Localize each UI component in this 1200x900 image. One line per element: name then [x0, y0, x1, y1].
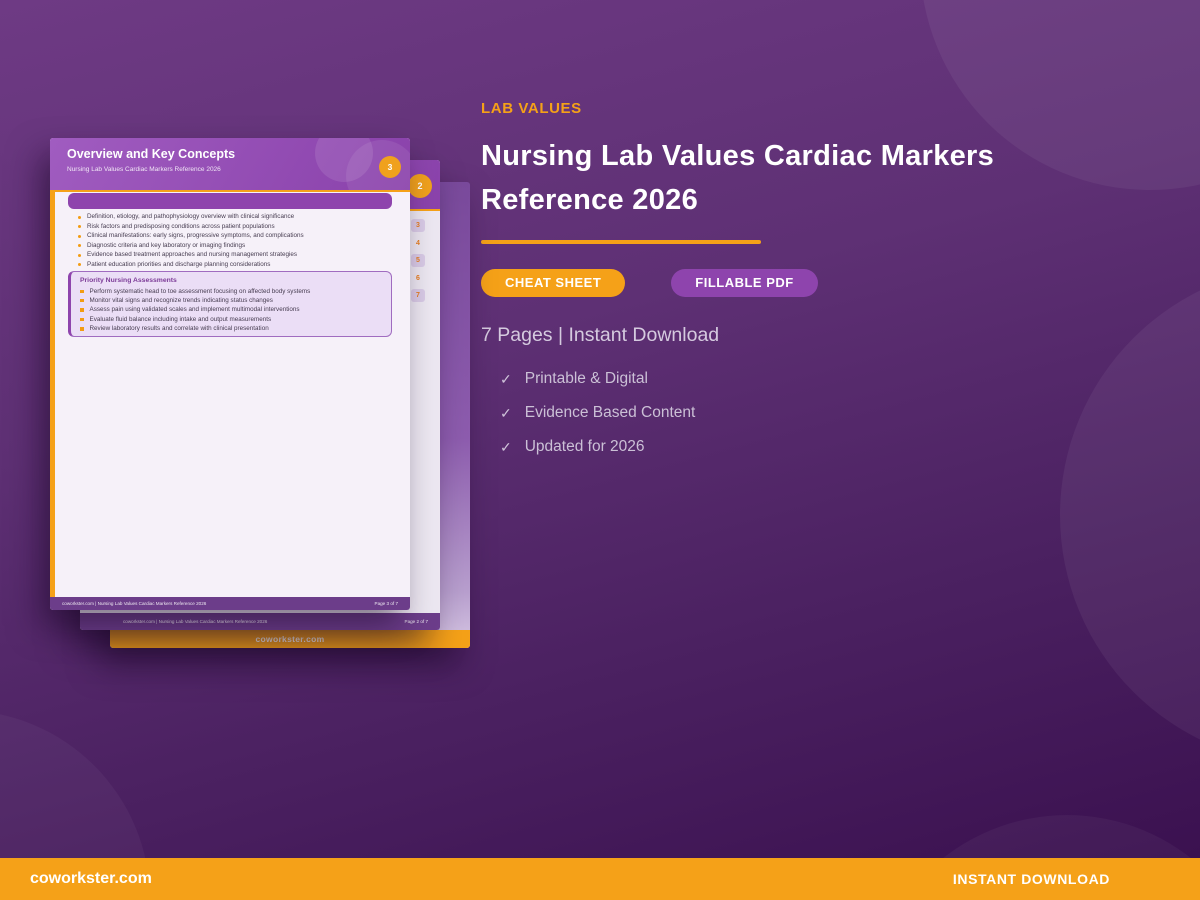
page3-footer: coworkster.com | Nursing Lab Values Card… — [50, 597, 410, 610]
preview-sheet-page3: Overview and Key Concepts Nursing Lab Va… — [50, 138, 410, 610]
bullet-text: Definition, etiology, and pathophysiolog… — [87, 213, 295, 220]
priority-text: Evaluate fluid balance including intake … — [89, 315, 272, 323]
bullet-dot-icon — [78, 263, 81, 266]
product-title-line1: Nursing Lab Values Cardiac Markers — [481, 140, 995, 172]
bullet-text: Diagnostic criteria and key laboratory o… — [87, 241, 246, 249]
bullet-text: Evidence based treatment approaches and … — [87, 251, 298, 258]
page3-bullet-list: Definition, etiology, and pathophysiolog… — [78, 213, 388, 270]
page2-footer-left: coworkster.com | Nursing Lab Values Card… — [123, 619, 268, 624]
toc-chip: 7 — [411, 289, 425, 302]
footer-brand-link[interactable]: coworkster.com — [30, 870, 152, 888]
bottom-bar: coworkster.com INSTANT DOWNLOAD — [0, 858, 1200, 900]
product-title: Nursing Lab Values Cardiac Markers Refer… — [481, 134, 1121, 222]
fillable-pdf-badge: FILLABLE PDF — [671, 269, 818, 297]
badge-row: CHEAT SHEET FILLABLE PDF — [481, 269, 818, 297]
pages-meta-text: 7 Pages | Instant Download — [481, 324, 720, 346]
priority-text: Assess pain using validated scales and i… — [89, 306, 300, 314]
bullet-item: Clinical manifestations: early signs, pr… — [78, 232, 388, 242]
feature-item: ✓ Evidence Based Content — [500, 403, 695, 423]
instant-download-cta[interactable]: INSTANT DOWNLOAD — [953, 871, 1110, 887]
accent-divider — [481, 240, 761, 244]
toc-chip: 5 — [411, 254, 425, 267]
toc-chip: 3 — [411, 219, 425, 232]
check-icon: ✓ — [500, 370, 512, 387]
page3-body: Definition, etiology, and pathophysiolog… — [50, 190, 410, 597]
category-label: LAB VALUES — [481, 100, 582, 117]
feature-label: Printable & Digital — [524, 370, 648, 387]
square-bullet-icon — [80, 327, 84, 331]
bullet-text: Risk factors and predisposing conditions… — [87, 222, 275, 230]
page2-toc-numbers: 3 4 5 6 7 — [411, 219, 427, 307]
check-icon: ✓ — [500, 438, 512, 455]
page2-footer-page-number: Page 2 of 7 — [404, 619, 429, 624]
bullet-text: Clinical manifestations: early signs, pr… — [87, 232, 304, 239]
bullet-dot-icon — [78, 234, 81, 238]
cover-brand-band: coworkster.com — [110, 630, 470, 648]
bullet-dot-icon — [78, 215, 81, 219]
page3-footer-page-number: Page 3 of 7 — [374, 601, 399, 606]
cheat-sheet-badge: CHEAT SHEET — [481, 269, 626, 297]
page3-subtitle: Nursing Lab Values Cardiac Markers Refer… — [67, 166, 221, 173]
priority-item: Monitor vital signs and recognize trends… — [80, 297, 383, 306]
feature-list: ✓ Printable & Digital ✓ Evidence Based C… — [500, 369, 695, 471]
priority-item: Perform systematic head to toe assessmen… — [80, 288, 383, 297]
bullet-item: Evidence based treatment approaches and … — [78, 251, 388, 261]
toc-chip: 6 — [416, 274, 420, 282]
priority-assessments-box: Priority Nursing Assessments Perform sys… — [68, 271, 392, 337]
bullet-text: Patient education priorities and dischar… — [87, 260, 271, 268]
square-bullet-icon — [80, 317, 84, 322]
page3-footer-left: coworkster.com | Nursing Lab Values Card… — [62, 601, 207, 606]
page3-number-badge: 3 — [379, 156, 401, 178]
feature-label: Updated for 2026 — [524, 438, 645, 455]
bullet-item: Patient education priorities and dischar… — [78, 261, 388, 271]
bullet-dot-icon — [78, 244, 81, 247]
decor-circle-right — [1060, 265, 1200, 765]
bullet-item: Definition, etiology, and pathophysiolog… — [78, 213, 388, 223]
feature-label: Evidence Based Content — [524, 404, 696, 421]
bullet-item: Diagnostic criteria and key laboratory o… — [78, 242, 388, 252]
page3-title: Overview and Key Concepts — [67, 147, 236, 161]
page2-footer: coworkster.com | Nursing Lab Values Card… — [80, 613, 440, 630]
priority-box-title: Priority Nursing Assessments — [80, 277, 177, 284]
priority-text: Review laboratory results and correlate … — [89, 325, 269, 333]
priority-item: Evaluate fluid balance including intake … — [80, 316, 383, 325]
square-bullet-icon — [80, 308, 84, 312]
square-bullet-icon — [80, 289, 84, 293]
priority-item: Review laboratory results and correlate … — [80, 325, 383, 334]
page3-section-bar — [68, 193, 392, 209]
page-background: coworkster.com 2 3 4 5 6 7 coworkster.co… — [0, 0, 1200, 900]
product-title-line2: Reference 2026 — [481, 184, 699, 216]
priority-text: Perform systematic head to toe assessmen… — [89, 287, 311, 295]
priority-item: Assess pain using validated scales and i… — [80, 306, 383, 315]
bullet-item: Risk factors and predisposing conditions… — [78, 223, 388, 233]
square-bullet-icon — [80, 298, 84, 303]
feature-item: ✓ Printable & Digital — [500, 369, 695, 389]
check-icon: ✓ — [500, 404, 512, 421]
bullet-dot-icon — [78, 253, 81, 257]
bullet-dot-icon — [78, 225, 81, 228]
feature-item: ✓ Updated for 2026 — [500, 437, 695, 457]
priority-text: Monitor vital signs and recognize trends… — [89, 296, 273, 304]
page3-header: Overview and Key Concepts Nursing Lab Va… — [50, 138, 410, 190]
page2-number-badge: 2 — [408, 174, 432, 198]
toc-chip: 4 — [416, 239, 420, 247]
